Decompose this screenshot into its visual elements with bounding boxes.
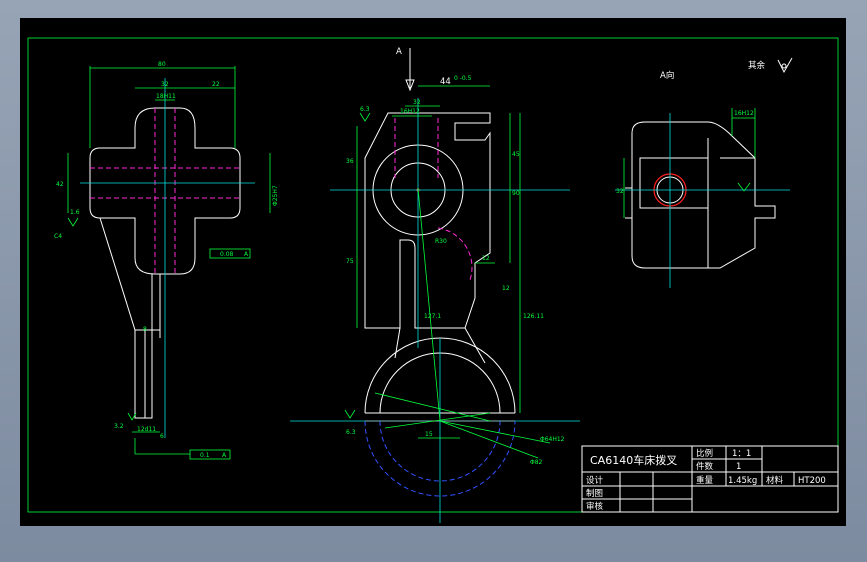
datum-a-1: A: [244, 251, 249, 258]
part-name: CA6140车床拨叉: [590, 453, 677, 467]
dim-36: 36: [346, 158, 354, 165]
material-value: HT200: [798, 476, 826, 486]
dim-top-width: 80: [158, 61, 166, 68]
roughness-rest-label: 其余: [748, 60, 766, 71]
drawing-border: [27, 37, 839, 513]
count-value: 1: [736, 462, 741, 472]
arrow-a-label: A: [396, 47, 402, 57]
dim-phi-82: Φ82: [530, 459, 543, 466]
row-design: 设计: [586, 475, 604, 486]
middle-view: A 32 44 0 -0.5 16H12 6.3 36 75 45 90 126…: [290, 47, 580, 523]
row-drawing: 制图: [586, 488, 603, 499]
dim-top-44-tol: 0 -0.5: [454, 75, 472, 82]
scale-label: 比例: [696, 448, 713, 459]
dim-phi-r12: Φ64H12: [540, 436, 565, 443]
scale-value: 1：1: [732, 449, 751, 459]
dim-45: 45: [512, 151, 520, 158]
count-label: 件数: [696, 461, 714, 472]
dim-8: 8: [143, 326, 147, 333]
dim-phi-h7: Φ25H7: [272, 185, 279, 206]
dim-126: 126.11: [523, 313, 544, 320]
dim-c4: C4: [54, 233, 62, 240]
dim-top-slot: 16H12: [400, 108, 420, 115]
title-block: CA6140车床拨叉 比例 1：1 件数 1 重量 1.45kg 材料 HT20…: [581, 445, 839, 513]
row-review: 审核: [586, 501, 604, 512]
rough-6-3: 6.3: [360, 106, 370, 113]
dim-r30: R30: [435, 238, 447, 245]
tol-box-2: 0.1: [200, 452, 210, 459]
dim-hole-fit: 18H11: [156, 93, 176, 100]
rough-3-2: 3.2: [114, 423, 124, 430]
dim-22: 22: [212, 81, 220, 88]
rough-6-3b: 6.3: [346, 429, 356, 436]
dim-32: 32: [161, 81, 169, 88]
view-a-label: A向: [660, 70, 674, 81]
dim-top-32: 32: [413, 99, 421, 106]
weight-value: 1.45kg: [728, 476, 757, 486]
dim-15: 15: [425, 431, 433, 438]
dim-90: 90: [512, 190, 520, 197]
datum-a-2: A: [222, 452, 227, 459]
material-label: 材料: [766, 475, 784, 486]
dim-16h12: 16H12: [734, 110, 754, 117]
drawing-canvas: 80 32 22 18H11 42 1.6 C4 Φ25H7 0.08 A 8 …: [20, 18, 846, 526]
dim-12a: 12: [482, 255, 490, 262]
dim-127: 127.1: [424, 313, 441, 320]
tol-box-1: 0.08: [220, 251, 234, 258]
cad-drawing: 80 32 22 18H11 42 1.6 C4 Φ25H7 0.08 A 8 …: [27, 37, 839, 523]
dim-top-44: 44: [440, 77, 451, 87]
right-view: A向 其余 16H12 32: [615, 57, 793, 288]
dim-12d11: 12d11: [137, 426, 156, 433]
dim-42: 42: [56, 181, 64, 188]
left-view: 80 32 22 18H11 42 1.6 C4 Φ25H7 0.08 A 8 …: [54, 61, 279, 460]
dim-75: 75: [346, 258, 354, 265]
dim-32-right: 32: [616, 188, 624, 195]
dim-6: 6: [160, 433, 164, 440]
rough-1-6: 1.6: [70, 209, 80, 216]
weight-label: 重量: [696, 475, 714, 486]
dim-12b: 12: [502, 285, 510, 292]
